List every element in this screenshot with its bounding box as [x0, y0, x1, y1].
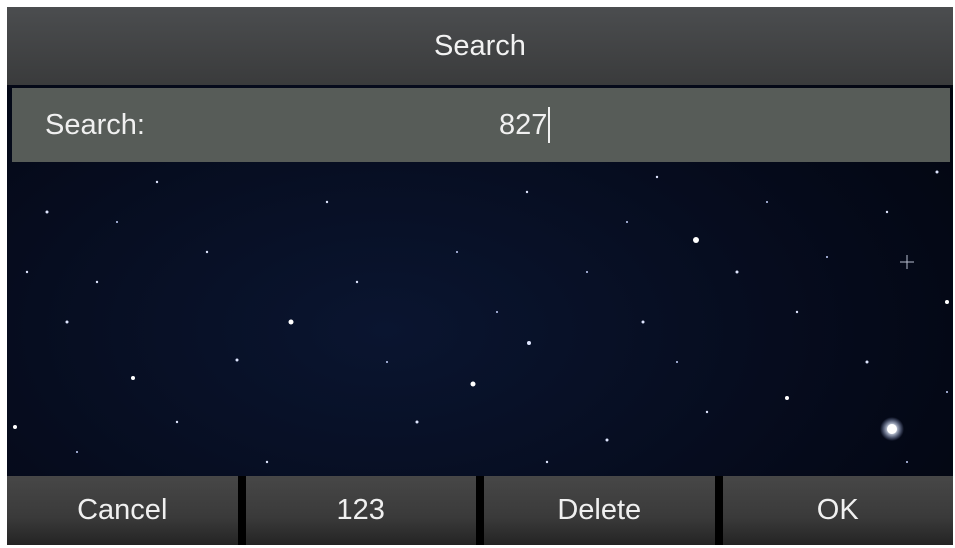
search-input[interactable]: 827	[499, 88, 551, 162]
search-input-value: 827	[499, 109, 548, 141]
title-bar: Search	[7, 7, 953, 85]
text-cursor	[548, 107, 551, 143]
page-title: Search	[434, 29, 526, 62]
cancel-button[interactable]: Cancel	[7, 476, 238, 545]
softkey-bar: Cancel 123 Delete OK	[7, 476, 953, 545]
search-field[interactable]: Search: 827	[12, 88, 950, 162]
input-mode-button[interactable]: 123	[245, 476, 476, 545]
delete-button[interactable]: Delete	[484, 476, 715, 545]
starfield-background	[13, 170, 949, 464]
ok-button[interactable]: OK	[722, 476, 953, 545]
phone-screen: Search Search: 827 Cancel 123 Delete OK	[7, 7, 953, 545]
search-label: Search:	[45, 109, 145, 141]
